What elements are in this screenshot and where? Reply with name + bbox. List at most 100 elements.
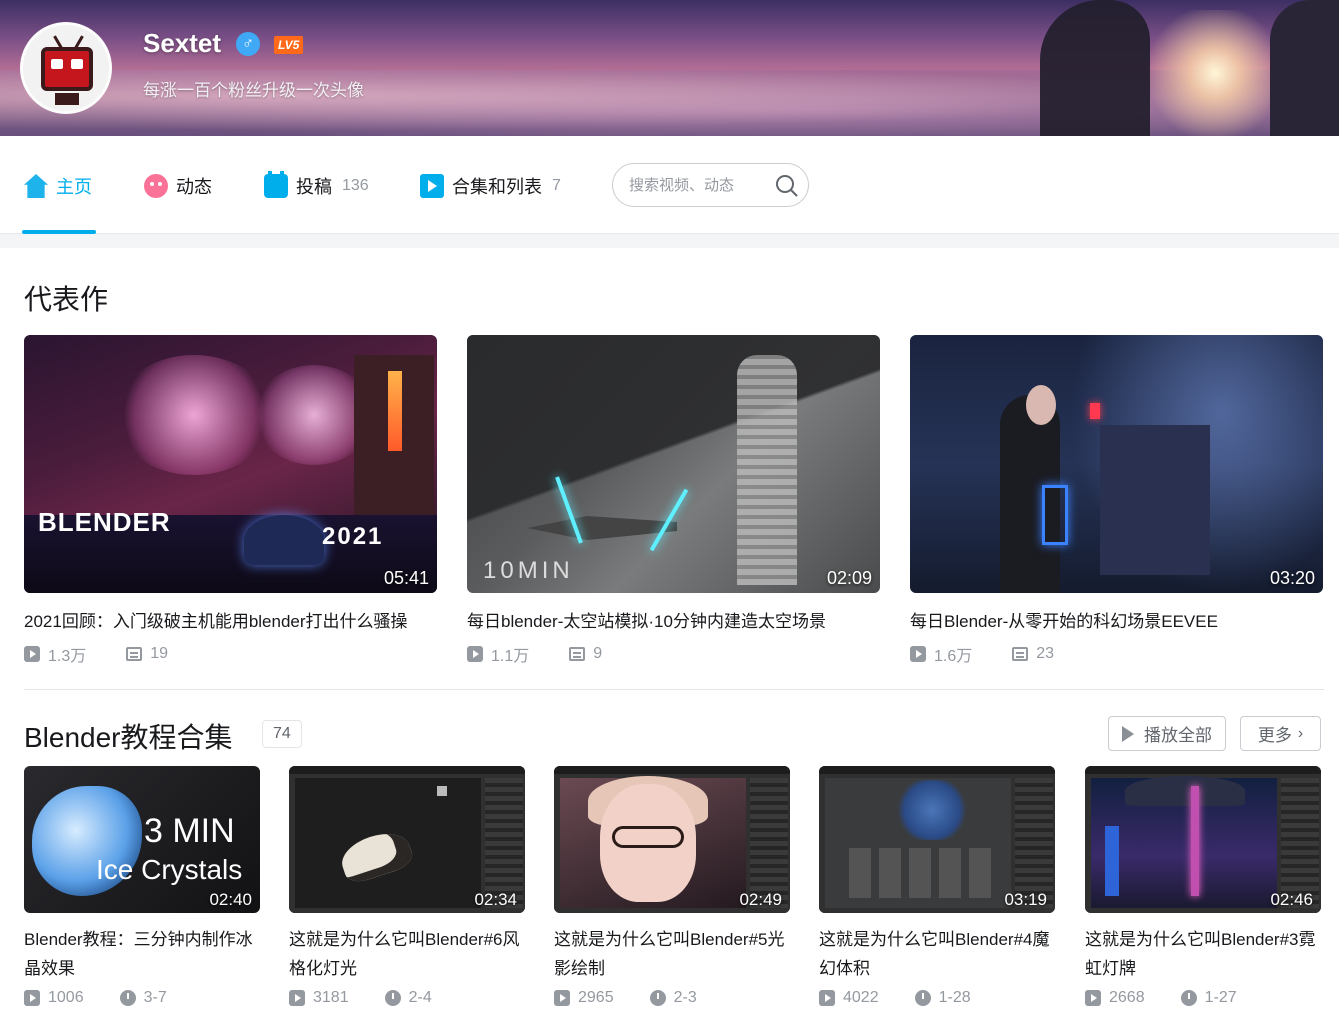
thumb-blossom — [114, 355, 274, 475]
video-thumbnail[interactable]: BLENDER 2021 05:41 — [24, 335, 437, 593]
thumb-glasses — [612, 826, 684, 848]
danmaku-count: 9 — [593, 645, 603, 662]
tab-label: 动态 — [176, 177, 212, 197]
tab-collections[interactable]: 合集和列表 7 — [420, 170, 561, 202]
featured-video-card[interactable]: BLENDER 2021 05:41 2021回顾：入门级破主机能用blende… — [24, 335, 437, 666]
tab-count: 7 — [552, 177, 561, 194]
collection-title[interactable]: Blender教程合集 — [24, 716, 233, 756]
collection-video-card[interactable]: 03:19 这就是为什么它叫Blender#4魔幻体积 4022 1-28 — [819, 766, 1055, 1007]
thumb-logo-text: BLENDER — [38, 507, 171, 537]
video-title[interactable]: 这就是为什么它叫Blender#5光影绘制 — [554, 925, 790, 983]
video-stats: 4022 1-28 — [819, 989, 1055, 1007]
avatar-eye — [71, 59, 83, 69]
play-count-icon — [910, 646, 926, 662]
video-stats: 2668 1-27 — [1085, 989, 1321, 1007]
section-divider — [24, 689, 1324, 690]
user-signature: 每涨一百个粉丝升级一次头像 — [143, 81, 364, 100]
video-duration: 03:20 — [1269, 568, 1315, 588]
clock-icon — [119, 990, 136, 1006]
play-count-icon — [24, 990, 40, 1006]
video-title[interactable]: 这就是为什么它叫Blender#3霓虹灯牌 — [1085, 925, 1321, 983]
upload-date: 2-4 — [408, 989, 432, 1006]
thumb-character-face — [1026, 385, 1056, 425]
collection-video-card[interactable]: 02:49 这就是为什么它叫Blender#5光影绘制 2965 2-3 — [554, 766, 790, 1007]
thumb-text: Ice Crystals — [96, 854, 243, 885]
play-count-icon — [554, 990, 570, 1006]
avatar[interactable] — [20, 22, 112, 114]
thumb-neon-sign — [388, 371, 402, 451]
video-thumbnail[interactable]: 3 MIN Ice Crystals 02:40 — [24, 766, 260, 913]
video-thumbnail[interactable]: 03:19 — [819, 766, 1055, 913]
video-stats: 2965 2-3 — [554, 989, 790, 1007]
thumb-text: 10MIN — [483, 557, 574, 584]
video-duration: 02:40 — [209, 890, 252, 909]
upload-date: 1-28 — [938, 989, 971, 1006]
playlist-icon — [420, 174, 444, 198]
play-count-icon — [289, 990, 305, 1006]
chevron-right-icon: › — [1297, 724, 1304, 742]
tab-dynamic[interactable]: 动态 — [144, 170, 212, 202]
banner-sun-glow — [1140, 10, 1290, 136]
banner-figure-right — [1270, 0, 1339, 136]
play-all-label: 播放全部 — [1144, 726, 1212, 745]
upload-date: 3-7 — [143, 989, 167, 1006]
tab-count: 136 — [342, 177, 369, 194]
avatar-body — [55, 93, 79, 105]
view-count: 1.3万 — [48, 648, 87, 665]
play-count-icon — [24, 646, 40, 662]
video-thumbnail[interactable]: 03:20 — [910, 335, 1323, 593]
clock-icon — [914, 990, 931, 1006]
video-title[interactable]: 这就是为什么它叫Blender#6风格化灯光 — [289, 925, 525, 983]
video-duration: 03:19 — [1004, 890, 1047, 909]
collection-video-card[interactable]: 3 MIN Ice Crystals 02:40 Blender教程：三分钟内制… — [24, 766, 260, 1007]
view-count: 1.1万 — [491, 648, 530, 665]
dynamic-icon — [144, 174, 168, 198]
profile-nav: 主页 动态 投稿 136 合集和列表 7 — [0, 136, 1339, 234]
video-stats: 1.3万 19 — [24, 642, 437, 666]
featured-video-card[interactable]: 10MIN 02:09 每日blender-太空站模拟·10分钟内建造太空场景 … — [467, 335, 880, 666]
collection-count-badge: 74 — [262, 720, 302, 748]
video-duration: 02:49 — [739, 890, 782, 909]
male-gender-icon: ♂ — [236, 32, 260, 56]
video-thumbnail[interactable]: 02:34 — [289, 766, 525, 913]
more-button[interactable]: 更多 › — [1240, 716, 1321, 751]
play-all-button[interactable]: 播放全部 — [1108, 716, 1226, 751]
nav-separator — [0, 234, 1339, 248]
thumb-node-editor — [849, 848, 999, 898]
collection-video-card[interactable]: 02:34 这就是为什么它叫Blender#6风格化灯光 3181 2-4 — [289, 766, 525, 1007]
thumb-properties-panel — [485, 778, 523, 908]
avatar-tv-head — [41, 47, 93, 91]
play-count-icon — [1085, 990, 1101, 1006]
video-title[interactable]: 2021回顾：入门级破主机能用blender打出什么骚操 — [24, 607, 437, 632]
video-title[interactable]: 这就是为什么它叫Blender#4魔幻体积 — [819, 925, 1055, 983]
tab-posts[interactable]: 投稿 136 — [264, 170, 369, 202]
collection-video-card[interactable]: 02:46 这就是为什么它叫Blender#3霓虹灯牌 2668 1-27 — [1085, 766, 1321, 1007]
tab-label: 主页 — [56, 177, 92, 197]
video-thumbnail[interactable]: 02:49 — [554, 766, 790, 913]
thumb-neon-sign — [1105, 826, 1119, 896]
video-thumbnail[interactable]: 10MIN 02:09 — [467, 335, 880, 593]
thumb-neon-frame — [1042, 485, 1068, 545]
video-stats: 1.6万 23 — [910, 642, 1323, 666]
video-title[interactable]: 每日Blender-从零开始的科幻场景EEVEE — [910, 607, 1323, 632]
thumb-menubar — [554, 766, 790, 774]
upload-date: 1-27 — [1204, 989, 1237, 1006]
thumb-properties-panel — [1015, 778, 1053, 908]
video-stats: 3181 2-4 — [289, 989, 525, 1007]
video-title[interactable]: 每日blender-太空站模拟·10分钟内建造太空场景 — [467, 607, 880, 632]
view-count: 1.6万 — [934, 648, 973, 665]
video-thumbnail[interactable]: 02:46 — [1085, 766, 1321, 913]
clock-icon — [1180, 990, 1197, 1006]
tab-home[interactable]: 主页 — [24, 170, 92, 202]
clock-icon — [384, 990, 401, 1006]
search-input[interactable] — [629, 174, 769, 196]
thumb-properties-panel — [1281, 778, 1319, 908]
thumb-text: 3 MIN — [144, 812, 235, 850]
video-stats: 1006 3-7 — [24, 989, 260, 1007]
play-icon — [1122, 725, 1134, 742]
video-title[interactable]: Blender教程：三分钟内制作冰晶效果 — [24, 925, 260, 983]
featured-video-card[interactable]: 03:20 每日Blender-从零开始的科幻场景EEVEE 1.6万 23 — [910, 335, 1323, 666]
home-icon — [24, 174, 48, 198]
search-icon[interactable] — [775, 174, 799, 198]
danmaku-icon — [569, 647, 586, 661]
